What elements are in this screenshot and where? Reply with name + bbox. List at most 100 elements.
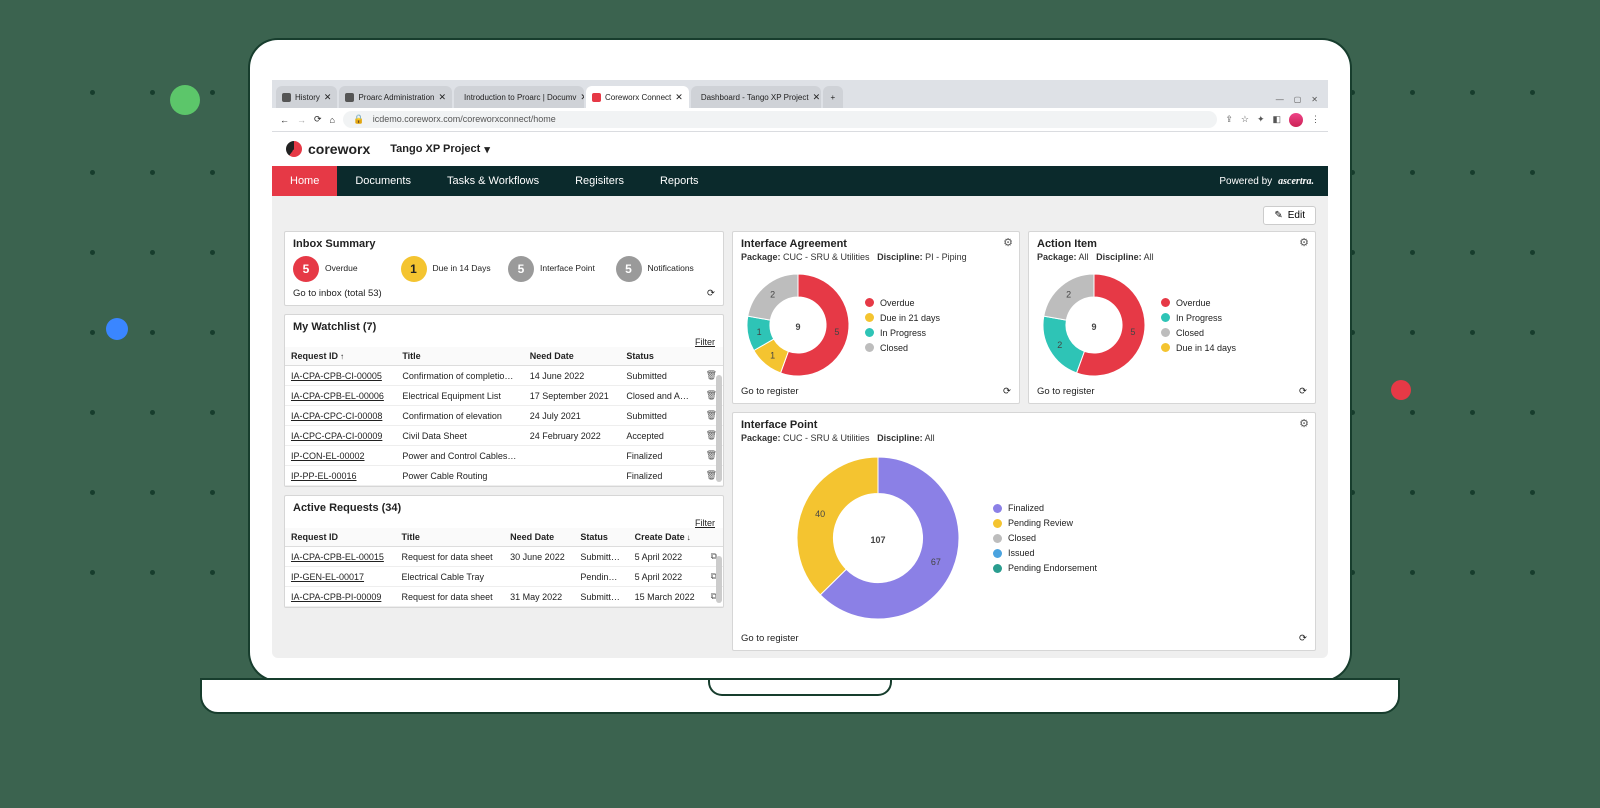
donut-slice[interactable] bbox=[797, 457, 878, 595]
request-id-link[interactable]: IA-CPA-CPB-EL-00006 bbox=[291, 391, 384, 401]
ia-goto-link[interactable]: Go to register bbox=[741, 386, 799, 397]
legend-item[interactable]: Finalized bbox=[993, 503, 1097, 513]
gear-icon[interactable]: ⚙ bbox=[1299, 417, 1309, 430]
slice-value: 67 bbox=[931, 557, 941, 567]
col-header[interactable]: Need Date bbox=[524, 347, 621, 366]
ip-goto-link[interactable]: Go to register bbox=[741, 633, 799, 644]
nav-item-reports[interactable]: Reports bbox=[642, 166, 717, 196]
legend-item[interactable]: In Progress bbox=[1161, 313, 1236, 323]
bookmark-icon[interactable]: ☆ bbox=[1241, 114, 1249, 125]
request-id-link[interactable]: IP-PP-EL-00016 bbox=[291, 471, 357, 481]
legend-item[interactable]: Closed bbox=[1161, 328, 1236, 338]
request-id-link[interactable]: IP-CON-EL-00002 bbox=[291, 451, 365, 461]
col-header[interactable]: Status bbox=[620, 347, 699, 366]
tab-close-icon[interactable]: ✕ bbox=[324, 92, 332, 103]
nav-item-tasks-workflows[interactable]: Tasks & Workflows bbox=[429, 166, 557, 196]
nav-back-icon[interactable]: ← bbox=[280, 115, 289, 125]
legend-swatch bbox=[993, 564, 1002, 573]
inbox-stat[interactable]: 5Overdue bbox=[293, 256, 393, 282]
request-id-link[interactable]: IA-CPA-CPC-CI-00008 bbox=[291, 411, 382, 421]
browser-menu-icon[interactable]: ⋮ bbox=[1311, 114, 1320, 125]
table-row[interactable]: IA-CPA-CPC-CI-00008 Confirmation of elev… bbox=[285, 406, 723, 426]
col-header[interactable]: Need Date bbox=[504, 528, 574, 547]
col-header[interactable]: Title bbox=[396, 528, 505, 547]
table-row[interactable]: IA-CPA-CPB-PI-00009 Request for data she… bbox=[285, 587, 723, 607]
action-item-card: ⚙ Action Item Package: All Discipline: A… bbox=[1028, 231, 1316, 404]
col-header[interactable]: Request ID↑ bbox=[285, 347, 396, 366]
cell-title: Confirmation of completion of sit… bbox=[396, 366, 523, 386]
gear-icon[interactable]: ⚙ bbox=[1003, 236, 1013, 249]
active-requests-filter-link[interactable]: Filter bbox=[285, 516, 723, 528]
tab-close-icon[interactable]: ✕ bbox=[813, 92, 821, 103]
nav-home-icon[interactable]: ⌂ bbox=[330, 115, 335, 125]
inbox-goto-link[interactable]: Go to inbox (total 53) bbox=[293, 288, 382, 299]
legend-item[interactable]: Pending Endorsement bbox=[993, 563, 1097, 573]
inbox-stat[interactable]: 5Notifications bbox=[616, 256, 716, 282]
refresh-icon[interactable]: ⟳ bbox=[1299, 633, 1307, 644]
window-minimize-icon[interactable]: — bbox=[1276, 95, 1284, 104]
browser-tab[interactable]: Introduction to Proarc | Documv✕ bbox=[454, 86, 584, 108]
legend-item[interactable]: Closed bbox=[993, 533, 1097, 543]
col-header[interactable]: Title bbox=[396, 347, 523, 366]
legend-item[interactable]: Overdue bbox=[1161, 298, 1236, 308]
share-icon[interactable]: ⇪ bbox=[1225, 114, 1233, 125]
table-row[interactable]: IA-CPA-CPB-EL-00006 Electrical Equipment… bbox=[285, 386, 723, 406]
tab-close-icon[interactable]: ✕ bbox=[438, 92, 446, 103]
browser-tab[interactable]: Dashboard - Tango XP Project✕ bbox=[691, 86, 821, 108]
profile-avatar[interactable] bbox=[1289, 113, 1303, 127]
refresh-icon[interactable]: ⟳ bbox=[707, 288, 715, 299]
legend-item[interactable]: Closed bbox=[865, 343, 940, 353]
legend-item[interactable]: Due in 14 days bbox=[1161, 343, 1236, 353]
request-id-link[interactable]: IP-GEN-EL-00017 bbox=[291, 572, 364, 582]
refresh-icon[interactable]: ⟳ bbox=[1003, 386, 1011, 397]
legend-swatch bbox=[865, 298, 874, 307]
legend-label: Issued bbox=[1008, 548, 1035, 558]
scrollbar[interactable] bbox=[716, 375, 722, 482]
brand-logo[interactable]: coreworx bbox=[286, 141, 370, 157]
col-header[interactable]: Status bbox=[574, 528, 628, 547]
legend-item[interactable]: Due in 21 days bbox=[865, 313, 940, 323]
address-bar[interactable]: 🔒 icdemo.coreworx.com/coreworxconnect/ho… bbox=[343, 111, 1217, 128]
request-id-link[interactable]: IA-CPC-CPA-CI-00009 bbox=[291, 431, 382, 441]
browser-tab[interactable]: History✕ bbox=[276, 86, 337, 108]
project-selector[interactable]: Tango XP Project ▾ bbox=[390, 143, 490, 156]
table-row[interactable]: IA-CPA-CPB-CI-00005 Confirmation of comp… bbox=[285, 366, 723, 386]
refresh-icon[interactable]: ⟳ bbox=[1299, 386, 1307, 397]
table-row[interactable]: IA-CPC-CPA-CI-00009 Civil Data Sheet 24 … bbox=[285, 426, 723, 446]
table-row[interactable]: IP-PP-EL-00016 Power Cable Routing Final… bbox=[285, 466, 723, 486]
legend-item[interactable]: In Progress bbox=[865, 328, 940, 338]
extension-pin-icon[interactable]: ◧ bbox=[1272, 114, 1281, 125]
request-id-link[interactable]: IA-CPA-CPB-CI-00005 bbox=[291, 371, 382, 381]
request-id-link[interactable]: IA-CPA-CPB-PI-00009 bbox=[291, 592, 381, 602]
legend-item[interactable]: Pending Review bbox=[993, 518, 1097, 528]
table-row[interactable]: IP-GEN-EL-00017 Electrical Cable Tray Pe… bbox=[285, 567, 723, 587]
gear-icon[interactable]: ⚙ bbox=[1299, 236, 1309, 249]
window-close-icon[interactable]: ✕ bbox=[1311, 95, 1318, 104]
browser-tab[interactable]: Coreworx Connect✕ bbox=[586, 86, 689, 108]
table-row[interactable]: IA-CPA-CPB-EL-00015 Request for data she… bbox=[285, 547, 723, 567]
legend-item[interactable]: Overdue bbox=[865, 298, 940, 308]
col-header[interactable]: Create Date↓ bbox=[629, 528, 705, 547]
watchlist-filter-link[interactable]: Filter bbox=[285, 335, 723, 347]
ai-goto-link[interactable]: Go to register bbox=[1037, 386, 1095, 397]
inbox-stat[interactable]: 1Due in 14 Days bbox=[401, 256, 501, 282]
tab-close-icon[interactable]: ✕ bbox=[675, 92, 683, 103]
donut-slice[interactable] bbox=[1043, 316, 1084, 373]
nav-item-regisiters[interactable]: Regisiters bbox=[557, 166, 642, 196]
nav-reload-icon[interactable]: ⟳ bbox=[314, 114, 322, 125]
browser-tab[interactable]: Proarc Administration✕ bbox=[339, 86, 452, 108]
nav-item-documents[interactable]: Documents bbox=[337, 166, 429, 196]
nav-forward-icon[interactable]: → bbox=[297, 115, 306, 125]
inbox-stat[interactable]: 5Interface Point bbox=[508, 256, 608, 282]
tab-close-icon[interactable]: ✕ bbox=[580, 92, 584, 103]
new-tab-button[interactable]: + bbox=[823, 86, 843, 108]
legend-item[interactable]: Issued bbox=[993, 548, 1097, 558]
table-row[interactable]: IP-CON-EL-00002 Power and Control Cables… bbox=[285, 446, 723, 466]
request-id-link[interactable]: IA-CPA-CPB-EL-00015 bbox=[291, 552, 384, 562]
window-restore-icon[interactable]: ▢ bbox=[1294, 95, 1302, 104]
nav-item-home[interactable]: Home bbox=[272, 166, 337, 196]
extensions-icon[interactable]: ✦ bbox=[1257, 114, 1265, 125]
edit-button[interactable]: ✎ Edit bbox=[1263, 206, 1316, 225]
col-header[interactable]: Request ID bbox=[285, 528, 396, 547]
scrollbar[interactable] bbox=[716, 556, 722, 603]
